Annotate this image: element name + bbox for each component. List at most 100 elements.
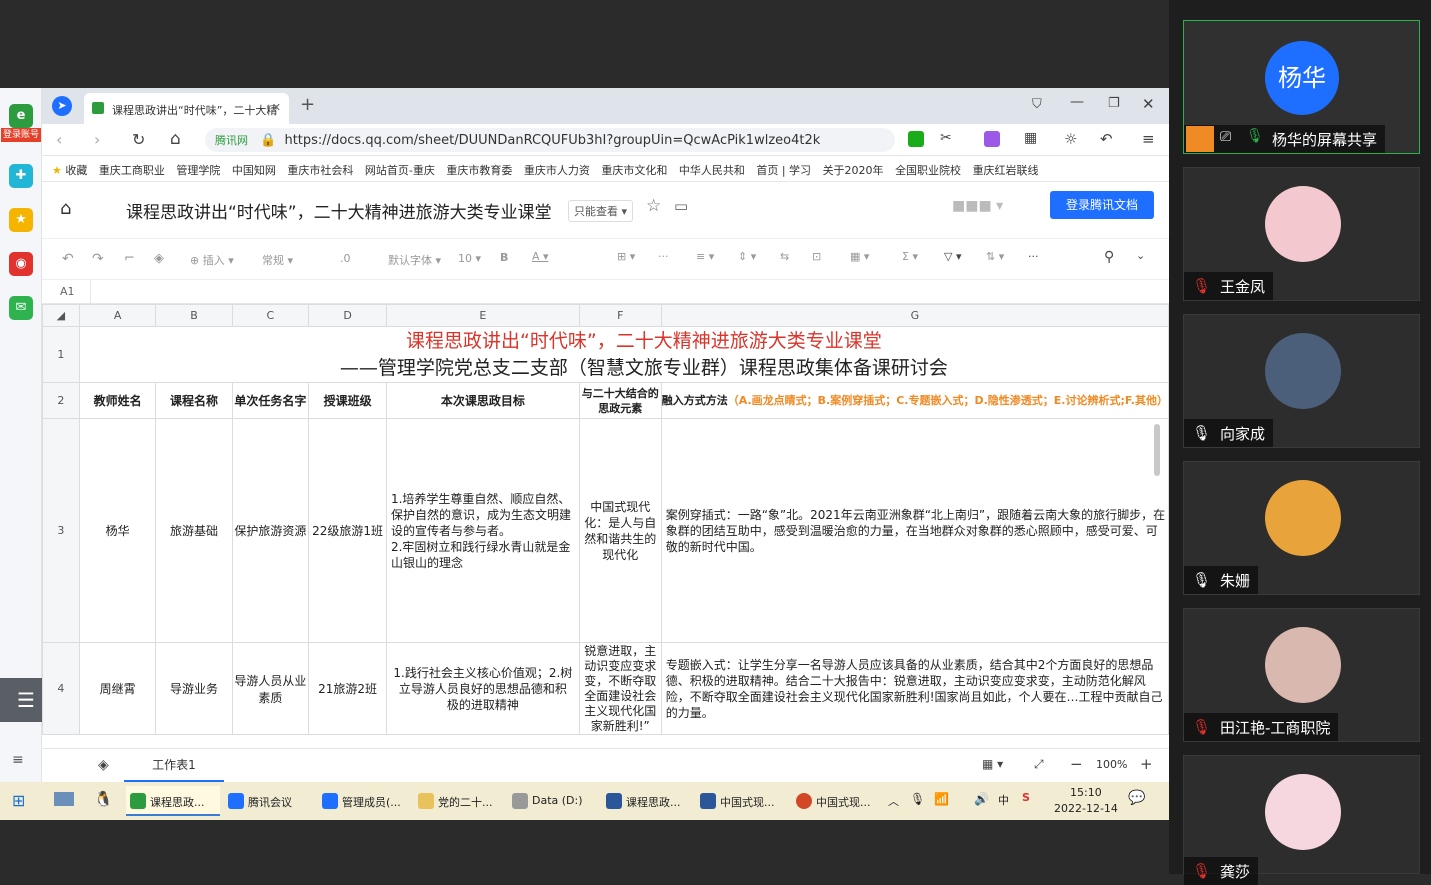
- plugin-icon[interactable]: ✚: [9, 164, 33, 188]
- header-method[interactable]: 融入方式方法（A.画龙点睛式；B.案例穿插式；C.专题嵌入式；D.隐性渗透式；E…: [660, 382, 1169, 419]
- row-number[interactable]: 2: [42, 382, 80, 419]
- login-docs-button[interactable]: 登录腾讯文档: [1050, 191, 1154, 219]
- cell-teacher[interactable]: 周继霄: [78, 642, 157, 735]
- cell-task[interactable]: 保护旅游资源: [231, 418, 310, 643]
- cell-style-icon[interactable]: ▦ ▾: [850, 250, 869, 263]
- close-tab-icon[interactable]: ✕: [272, 101, 281, 114]
- select-all-corner[interactable]: ◢: [42, 304, 80, 327]
- sogou-icon[interactable]: S: [1022, 791, 1030, 804]
- cell-reference[interactable]: A1: [60, 285, 75, 298]
- volume-icon[interactable]: 🔊: [974, 792, 989, 806]
- column-header[interactable]: C: [231, 304, 310, 327]
- header-course[interactable]: 课程名称: [155, 382, 233, 419]
- zoom-level[interactable]: 100%: [1096, 758, 1127, 771]
- bookmark-item[interactable]: 网站首页-重庆: [365, 162, 435, 178]
- desktop-icon[interactable]: [54, 792, 74, 806]
- column-header[interactable]: A: [78, 304, 157, 327]
- doc-info-icon[interactable]: ▭: [674, 197, 688, 215]
- star-icon[interactable]: ☆: [646, 196, 661, 216]
- url-input[interactable]: 腾讯网 🔒 https://docs.qq.com/sheet/DUUNDanR…: [205, 128, 895, 152]
- participant-tile[interactable]: 🎙 朱姗: [1183, 461, 1420, 595]
- login-badge[interactable]: 登录账号: [1, 128, 41, 142]
- taskbar-item[interactable]: 管理成员(...: [318, 786, 410, 816]
- refresh-icon[interactable]: ↻: [132, 130, 145, 149]
- zoom-out-icon[interactable]: −: [1070, 755, 1083, 773]
- docs-home-icon[interactable]: ⌂: [60, 198, 71, 219]
- format-painter-icon[interactable]: ⌐: [124, 251, 135, 266]
- tray-mic-icon[interactable]: 🎙: [910, 792, 925, 806]
- bookmark-item[interactable]: 中华人民共和: [679, 162, 745, 178]
- bold-icon[interactable]: B: [500, 251, 508, 264]
- bookmark-item[interactable]: 关于2020年: [823, 162, 884, 178]
- navigation-icon[interactable]: ➤: [52, 96, 72, 116]
- brightness-icon[interactable]: ☼: [1064, 130, 1077, 148]
- participant-tile[interactable]: 🎙 田江艳-工商职院: [1183, 608, 1420, 742]
- forward-icon[interactable]: ›: [94, 130, 100, 149]
- bookmark-item[interactable]: 重庆红岩联线: [973, 162, 1039, 178]
- cell-goal[interactable]: 1.培养学生尊重自然、顺应自然、保护自然的意识，成为生态文明建设的宣传者与参与者…: [385, 418, 580, 643]
- column-header[interactable]: B: [155, 304, 233, 327]
- back-icon[interactable]: ‹: [56, 130, 62, 149]
- bookmark-item[interactable]: 重庆市人力资: [524, 162, 590, 178]
- row-number[interactable]: 4: [42, 642, 80, 735]
- notification-icon[interactable]: 💬: [1128, 790, 1145, 806]
- column-header[interactable]: E: [385, 304, 580, 327]
- align-icon[interactable]: ≡ ▾: [696, 250, 714, 263]
- cell-class[interactable]: 21旅游2班: [308, 642, 387, 735]
- spreadsheet-grid[interactable]: ◢ A B C D E F G 1 课程思政讲出“时代味”，二十大精神进旅游大类…: [42, 304, 1169, 736]
- header-goal[interactable]: 本次课思政目标: [385, 382, 580, 419]
- redo-icon[interactable]: ↷: [92, 251, 104, 267]
- window-close-icon[interactable]: ✕: [1142, 95, 1155, 113]
- vertical-scrollbar[interactable]: [1154, 424, 1160, 476]
- cell-method[interactable]: 案例穿插式：一路“象”北。2021年云南亚洲象群“北上南归”，跟随着云南大象的旅…: [660, 418, 1169, 643]
- bookmark-item[interactable]: 重庆市文化和: [601, 162, 667, 178]
- cell-course[interactable]: 导游业务: [155, 642, 233, 735]
- vertical-align-icon[interactable]: ⇕ ▾: [738, 250, 756, 263]
- doc-title[interactable]: 课程思政讲出“时代味”，二十大精神进旅游大类专业课堂: [126, 198, 552, 223]
- cell-goal[interactable]: 1.践行社会主义核心价值观；2.树立导游人员良好的思想品德和积极的进取精神: [385, 642, 580, 735]
- taskbar-item[interactable]: 腾讯会议: [224, 786, 314, 816]
- cell-course[interactable]: 旅游基础: [155, 418, 233, 643]
- collaborators-avatars[interactable]: ■■■ ▾: [952, 198, 1003, 214]
- row-number[interactable]: 3: [42, 418, 80, 643]
- search-icon[interactable]: ⚲: [1104, 249, 1114, 265]
- sort-icon[interactable]: ⇅ ▾: [986, 250, 1004, 263]
- bookmark-item[interactable]: 中国知网: [232, 162, 276, 178]
- minimize-icon[interactable]: —: [1070, 94, 1084, 110]
- merge-icon[interactable]: ⊡: [812, 250, 821, 263]
- sheet-list-icon[interactable]: ◈: [98, 757, 109, 773]
- view-mode-icon[interactable]: ▦ ▾: [982, 757, 1003, 771]
- font-color-icon[interactable]: A ▾: [532, 250, 549, 263]
- bookmark-item[interactable]: 重庆工商职业: [99, 162, 165, 178]
- favorites-star-icon[interactable]: ★: [9, 208, 33, 232]
- view-mode-badge[interactable]: 只能查看 ▾: [568, 200, 634, 222]
- sum-icon[interactable]: Σ ▾: [902, 250, 918, 263]
- title-cell[interactable]: 课程思政讲出“时代味”，二十大精神进旅游大类专业课堂 ——管理学院党总支二支部（…: [78, 326, 1169, 383]
- cell-class[interactable]: 22级旅游1班: [308, 418, 387, 643]
- number-format-select[interactable]: 常规 ▾: [262, 252, 293, 268]
- participant-tile[interactable]: 🎙 龚莎: [1183, 755, 1420, 885]
- participant-tile-sharer[interactable]: 杨华 ⎚ 🎙 杨华的屏幕共享: [1183, 20, 1420, 154]
- header-teacher[interactable]: 教师姓名: [78, 382, 157, 419]
- bookmark-item[interactable]: 管理学院: [176, 162, 220, 178]
- bookmark-item[interactable]: 重庆市教育委: [446, 162, 512, 178]
- bookmark-item[interactable]: 重庆市社会科: [287, 162, 353, 178]
- clock-time[interactable]: 15:10: [1070, 786, 1102, 799]
- wrap-icon[interactable]: ⇆: [780, 250, 789, 263]
- tray-expand-icon[interactable]: ︿: [888, 793, 899, 809]
- browser-tab-active[interactable]: 课程思政讲出“时代味”，二十大精 ✕: [84, 93, 289, 124]
- zoom-in-icon[interactable]: +: [1140, 755, 1153, 773]
- wechat-icon[interactable]: [908, 131, 924, 147]
- header-element[interactable]: 与二十大结合的思政元素: [578, 382, 662, 419]
- participant-tile[interactable]: 🎙 王金凤: [1183, 167, 1420, 301]
- taskbar-item[interactable]: 中国式现...: [696, 786, 788, 816]
- translate-icon[interactable]: [984, 131, 1000, 147]
- column-header[interactable]: G: [660, 304, 1169, 327]
- bookmark-favorites[interactable]: ★ 收藏: [52, 162, 87, 178]
- column-header[interactable]: D: [308, 304, 387, 327]
- collapse-toolbar-icon[interactable]: ⌄: [1136, 249, 1145, 262]
- cell-method[interactable]: 专题嵌入式：让学生分享一名导游人员应该具备的从业素质，结合其中2个方面良好的思想…: [660, 642, 1169, 735]
- ime-indicator[interactable]: 中: [998, 792, 1009, 808]
- mail-icon[interactable]: ✉: [9, 296, 33, 320]
- undo-icon[interactable]: ↶: [62, 251, 74, 267]
